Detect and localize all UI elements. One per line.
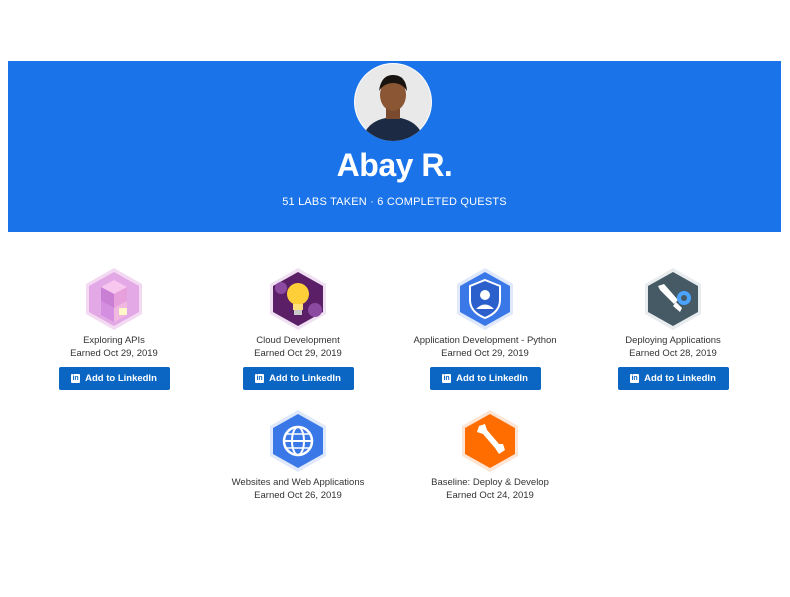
badge-title: Deploying Applications <box>625 335 721 346</box>
add-to-linkedin-button[interactable]: in Add to LinkedIn <box>242 367 354 390</box>
badge-card: Application Development - Python Earned … <box>395 266 575 390</box>
globe-badge-icon <box>270 410 326 472</box>
avatar <box>354 63 432 141</box>
lightbulb-badge-icon <box>270 268 326 330</box>
cubes-badge-icon <box>86 268 142 330</box>
linkedin-icon: in <box>71 374 81 383</box>
badge-card: Exploring APIs Earned Oct 29, 2019 in Ad… <box>24 266 204 390</box>
add-to-linkedin-button[interactable]: in Add to LinkedIn <box>617 367 729 390</box>
badge-title: Websites and Web Applications <box>231 477 365 488</box>
badge-card: Deploying Applications Earned Oct 28, 20… <box>583 266 763 390</box>
badge-earned-date: Earned Oct 29, 2019 <box>441 348 529 359</box>
wrench-badge-icon <box>462 410 518 472</box>
badge-card: Cloud Development Earned Oct 29, 2019 in… <box>208 266 388 390</box>
profile-header: Abay R. 51 LABS TAKEN · 6 COMPLETED QUES… <box>8 61 781 232</box>
wrench-gear-badge-icon <box>645 268 701 330</box>
linkedin-icon: in <box>630 374 640 383</box>
badge-earned-date: Earned Oct 26, 2019 <box>254 490 342 501</box>
profile-name: Abay R. <box>336 147 453 183</box>
badge-card: Baseline: Deploy & Develop Earned Oct 24… <box>400 408 580 502</box>
user-shield-badge-icon <box>457 268 513 330</box>
badge-title: Application Development - Python <box>413 335 557 346</box>
badge-title: Baseline: Deploy & Develop <box>431 477 549 488</box>
linkedin-icon: in <box>255 374 265 383</box>
badge-earned-date: Earned Oct 29, 2019 <box>70 348 158 359</box>
badge-title: Cloud Development <box>256 335 340 346</box>
badge-title: Exploring APIs <box>83 335 145 346</box>
add-to-linkedin-button[interactable]: in Add to LinkedIn <box>58 367 170 390</box>
badge-earned-date: Earned Oct 29, 2019 <box>254 348 342 359</box>
badge-earned-date: Earned Oct 24, 2019 <box>446 490 534 501</box>
profile-stats: 51 LABS TAKEN · 6 COMPLETED QUESTS <box>282 196 507 208</box>
badge-card: Websites and Web Applications Earned Oct… <box>208 408 388 502</box>
badge-earned-date: Earned Oct 28, 2019 <box>629 348 717 359</box>
add-to-linkedin-button[interactable]: in Add to LinkedIn <box>429 367 541 390</box>
linkedin-icon: in <box>442 374 452 383</box>
